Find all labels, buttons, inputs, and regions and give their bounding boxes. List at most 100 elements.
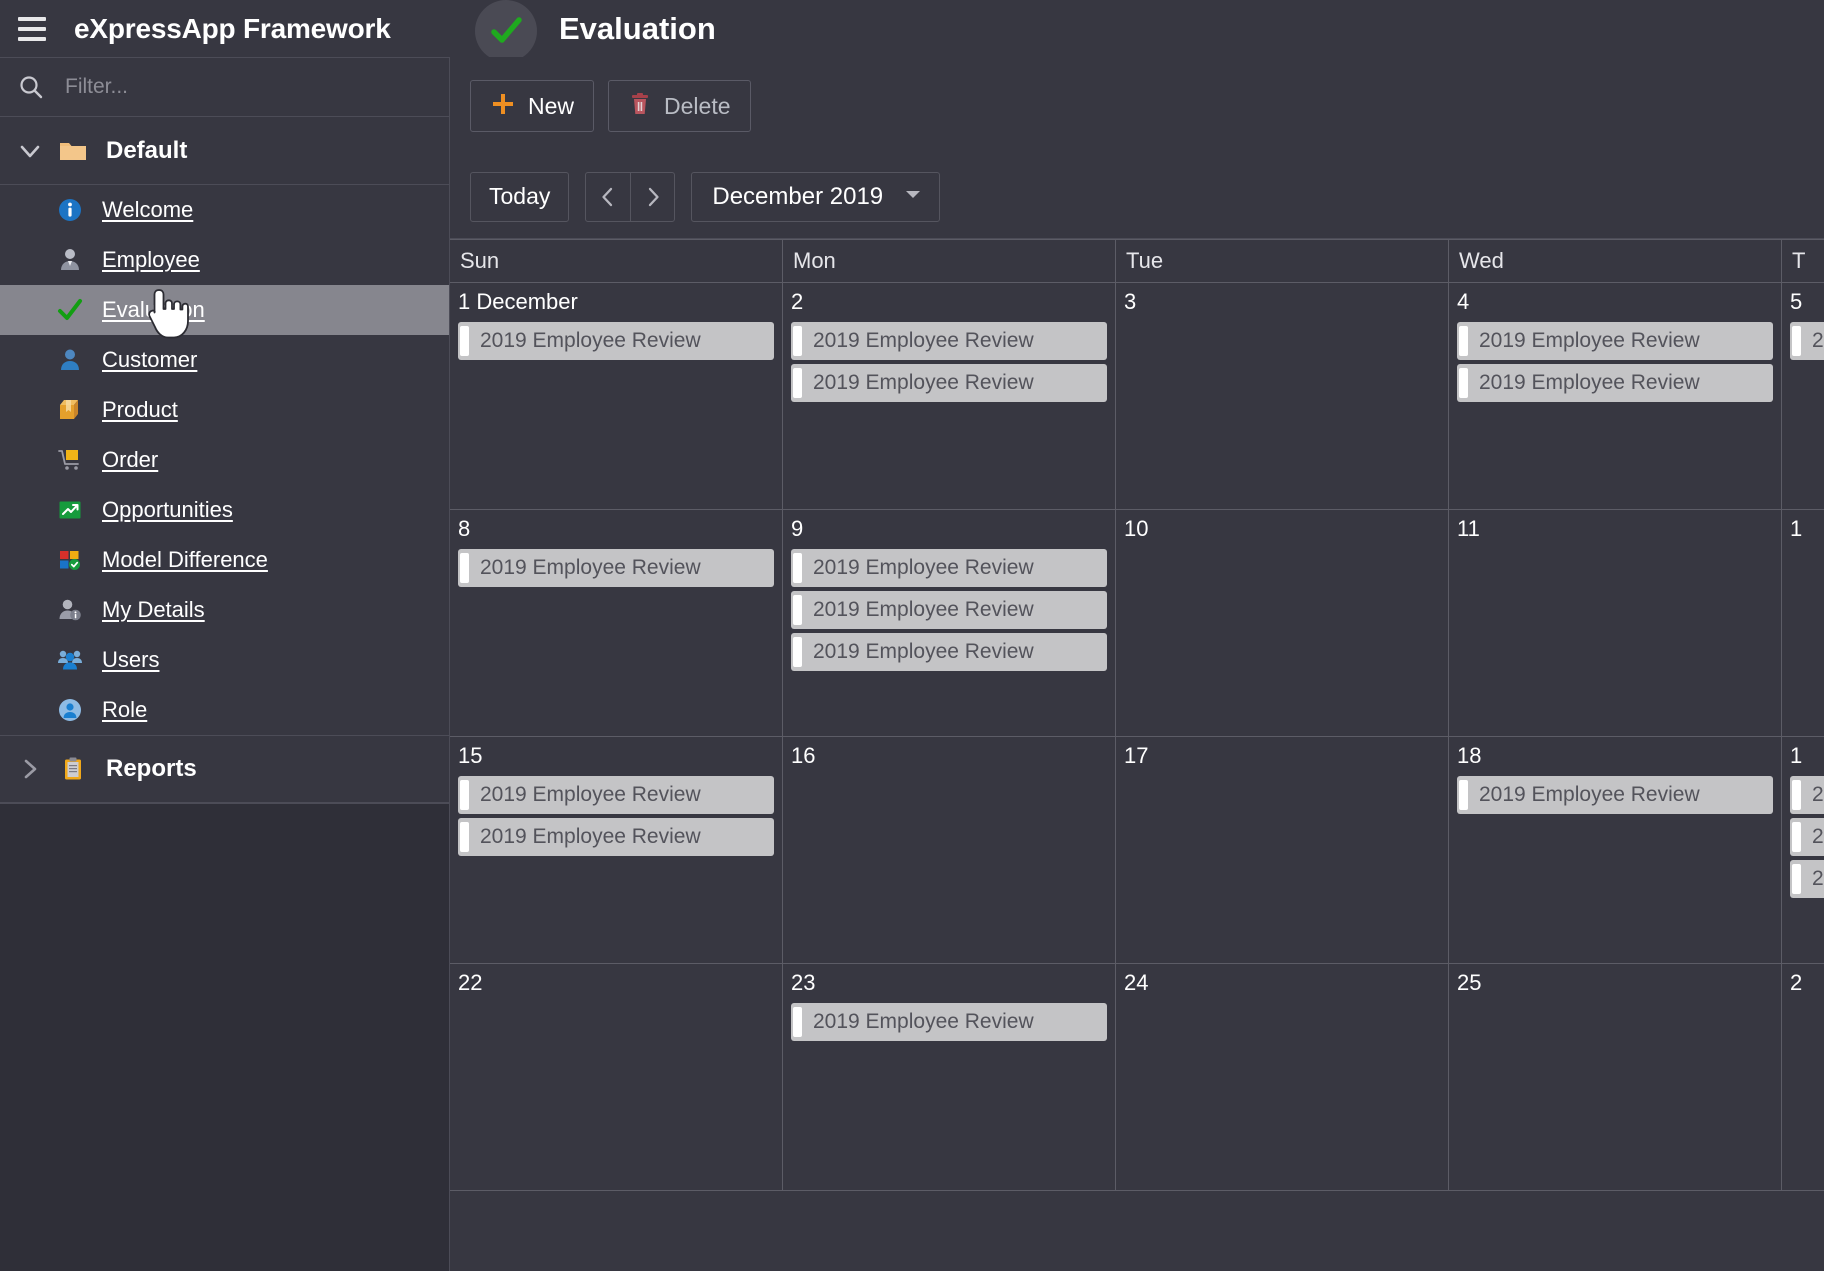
calendar-day-cell[interactable]: 11 [1449,510,1782,736]
delete-button[interactable]: Delete [608,80,751,132]
sidebar-item-order[interactable]: Order [0,435,449,485]
calendar-day-number: 15 [458,743,483,768]
calendar-appointment[interactable]: 2019 Employee Review [458,818,774,856]
appointment-status-bar [793,637,802,667]
calendar-day-number: 2 [791,289,804,314]
app-title: eXpressApp Framework [74,12,391,44]
appointment-status-bar [1459,780,1468,810]
calendar-appointment[interactable]: 2019 Employee Review [791,591,1107,629]
calendar-appointment[interactable]: 2019 Employee Review [1457,322,1773,360]
today-button[interactable]: Today [470,171,570,222]
calendar-appointment[interactable]: 2019 Employee Review [458,776,774,814]
delete-button-label: Delete [664,92,731,119]
appointment-status-bar [460,822,469,852]
box-icon [52,397,88,423]
calendar-day-number: 11 [1457,516,1480,541]
green-check-icon [475,0,537,62]
top-bar-left: eXpressApp Framework [0,0,450,57]
sidebar-item-my-details[interactable]: My Details [0,585,449,635]
users-icon [52,647,88,673]
calendar-day-cell[interactable]: 18 2019 Employee Review [1449,737,1782,963]
calendar-week-row: 22 23 2019 Employee Review 24 25 2 [450,964,1824,1191]
calendar-day-cell[interactable]: 3 [1116,283,1449,509]
trending-up-icon [52,497,88,523]
calendar-appointment[interactable]: 2019 Employee Review [1790,776,1824,814]
weekday-header-cell: Mon [783,240,1116,282]
calendar-day-cell[interactable]: 2 2019 Employee Review 2019 Employee Revie… [783,283,1116,509]
calendar-appointment[interactable]: 2019 Employee Review [791,633,1107,671]
calendar-appointment[interactable]: 2019 Employee Review [791,1003,1107,1041]
calendar-day-cell[interactable]: 17 [1116,737,1449,963]
period-label: December 2019 [712,182,884,210]
calendar-appointment[interactable]: 2019 Employee Review [458,549,774,587]
sidebar-item-welcome[interactable]: Welcome [0,185,449,235]
chevron-right-icon [8,756,52,782]
chevron-right-icon[interactable] [630,172,674,221]
calendar-appointment[interactable]: 2019 Employee Review [1457,364,1773,402]
calendar-day-cell[interactable]: 25 [1449,964,1782,1190]
person-icon [52,347,88,373]
calendar-day-cell[interactable]: 23 2019 Employee Review [783,964,1116,1190]
sidebar-item-product[interactable]: Product [0,385,449,435]
calendar-day-cell[interactable]: 15 2019 Employee Review 2019 Employee Revi… [450,737,783,963]
sidebar-group-reports[interactable]: Reports [0,735,449,803]
page-title: Evaluation [559,10,716,46]
calendar-day-number: 24 [1124,970,1149,995]
new-button[interactable]: New [470,80,595,132]
calendar-appointment[interactable]: 2019 Employee Review [1790,818,1824,856]
appointment-status-bar [1792,864,1801,894]
appointment-status-bar [460,326,469,356]
calendar-appointment[interactable]: 2019 Employee Review [458,322,774,360]
calendar-day-number: 4 [1457,289,1470,314]
body-wrapper: Default Welcome [0,57,1824,1271]
calendar-appointment[interactable]: 2019 Employee Review [1790,860,1824,898]
calendar-day-cell[interactable]: 10 [1116,510,1449,736]
period-arrows [585,171,676,222]
sidebar-item-employee[interactable]: Employee [0,235,449,285]
hamburger-icon[interactable] [12,9,52,49]
calendar-appointment[interactable]: 2019 Employee Review [791,322,1107,360]
action-toolbar: New Delete [450,57,1824,155]
calendar-appointment[interactable]: 2019 Employee Review [1457,776,1773,814]
calendar-day-number: 2 [1790,970,1803,995]
calendar-appointment[interactable]: 2019 Employee Review [791,549,1107,587]
sidebar-item-label: Model Difference [102,547,268,572]
calendar-day-cell[interactable]: 16 [783,737,1116,963]
calendar-day-cell[interactable]: 5 2019 Employee Review [1782,283,1824,509]
appointment-title: 2019 Employee Review [1479,371,1700,394]
sidebar-item-label: My Details [102,597,205,622]
sidebar-group-default[interactable]: Default [0,117,449,185]
application-window: eXpressApp Framework Evaluation Filter..… [0,0,1824,1271]
sidebar-item-opportunities[interactable]: Opportunities [0,485,449,535]
search-input[interactable] [50,75,449,99]
calendar-day-cell[interactable]: 8 2019 Employee Review [450,510,783,736]
sidebar-item-customer[interactable]: Customer [0,335,449,385]
appointment-status-bar [793,1007,802,1037]
calendar-day-cell[interactable]: 22 [450,964,783,1190]
calendar-day-cell[interactable]: 4 2019 Employee Review 2019 Employee Revie… [1449,283,1782,509]
appointment-status-bar [793,595,802,625]
calendar-day-cell[interactable]: 2 [1782,964,1824,1190]
calendar-appointment[interactable]: 2019 Employee Review [1790,322,1824,360]
calendar-day-cell[interactable]: 1 2019 Employee Review 2019 Employee Revie… [1782,737,1824,963]
calendar-day-cell[interactable]: 24 [1116,964,1449,1190]
weekday-header-cell: Tue [1116,240,1449,282]
sidebar-item-model-difference[interactable]: Model Difference [0,535,449,585]
calendar-day-cell[interactable]: 1 December 2019 Employee Review [450,283,783,509]
calendar-week-row: 15 2019 Employee Review 2019 Employee Revi… [450,737,1824,964]
sidebar-item-users[interactable]: Users [0,635,449,685]
sidebar-empty-space [0,803,449,1271]
sidebar-item-role[interactable]: Role [0,685,449,735]
calendar-day-cell[interactable]: 9 2019 Employee Review 2019 Employee Revie… [783,510,1116,736]
calendar-day-number: 10 [1124,516,1149,541]
calendar-day-cell[interactable]: 1 [1782,510,1824,736]
appointment-title: 2019 Employee Review [813,556,1034,579]
sidebar-item-evaluation[interactable]: Evaluation [0,285,449,335]
chevron-left-icon[interactable] [586,173,630,221]
calendar-day-number: 22 [458,970,483,995]
appointment-title: 2019 Employee Review [1812,825,1824,848]
sidebar-item-label: Product [102,397,178,422]
period-selector[interactable]: December 2019 [691,171,941,222]
calendar-appointment[interactable]: 2019 Employee Review [791,364,1107,402]
appointment-title: 2019 Employee Review [480,825,701,848]
